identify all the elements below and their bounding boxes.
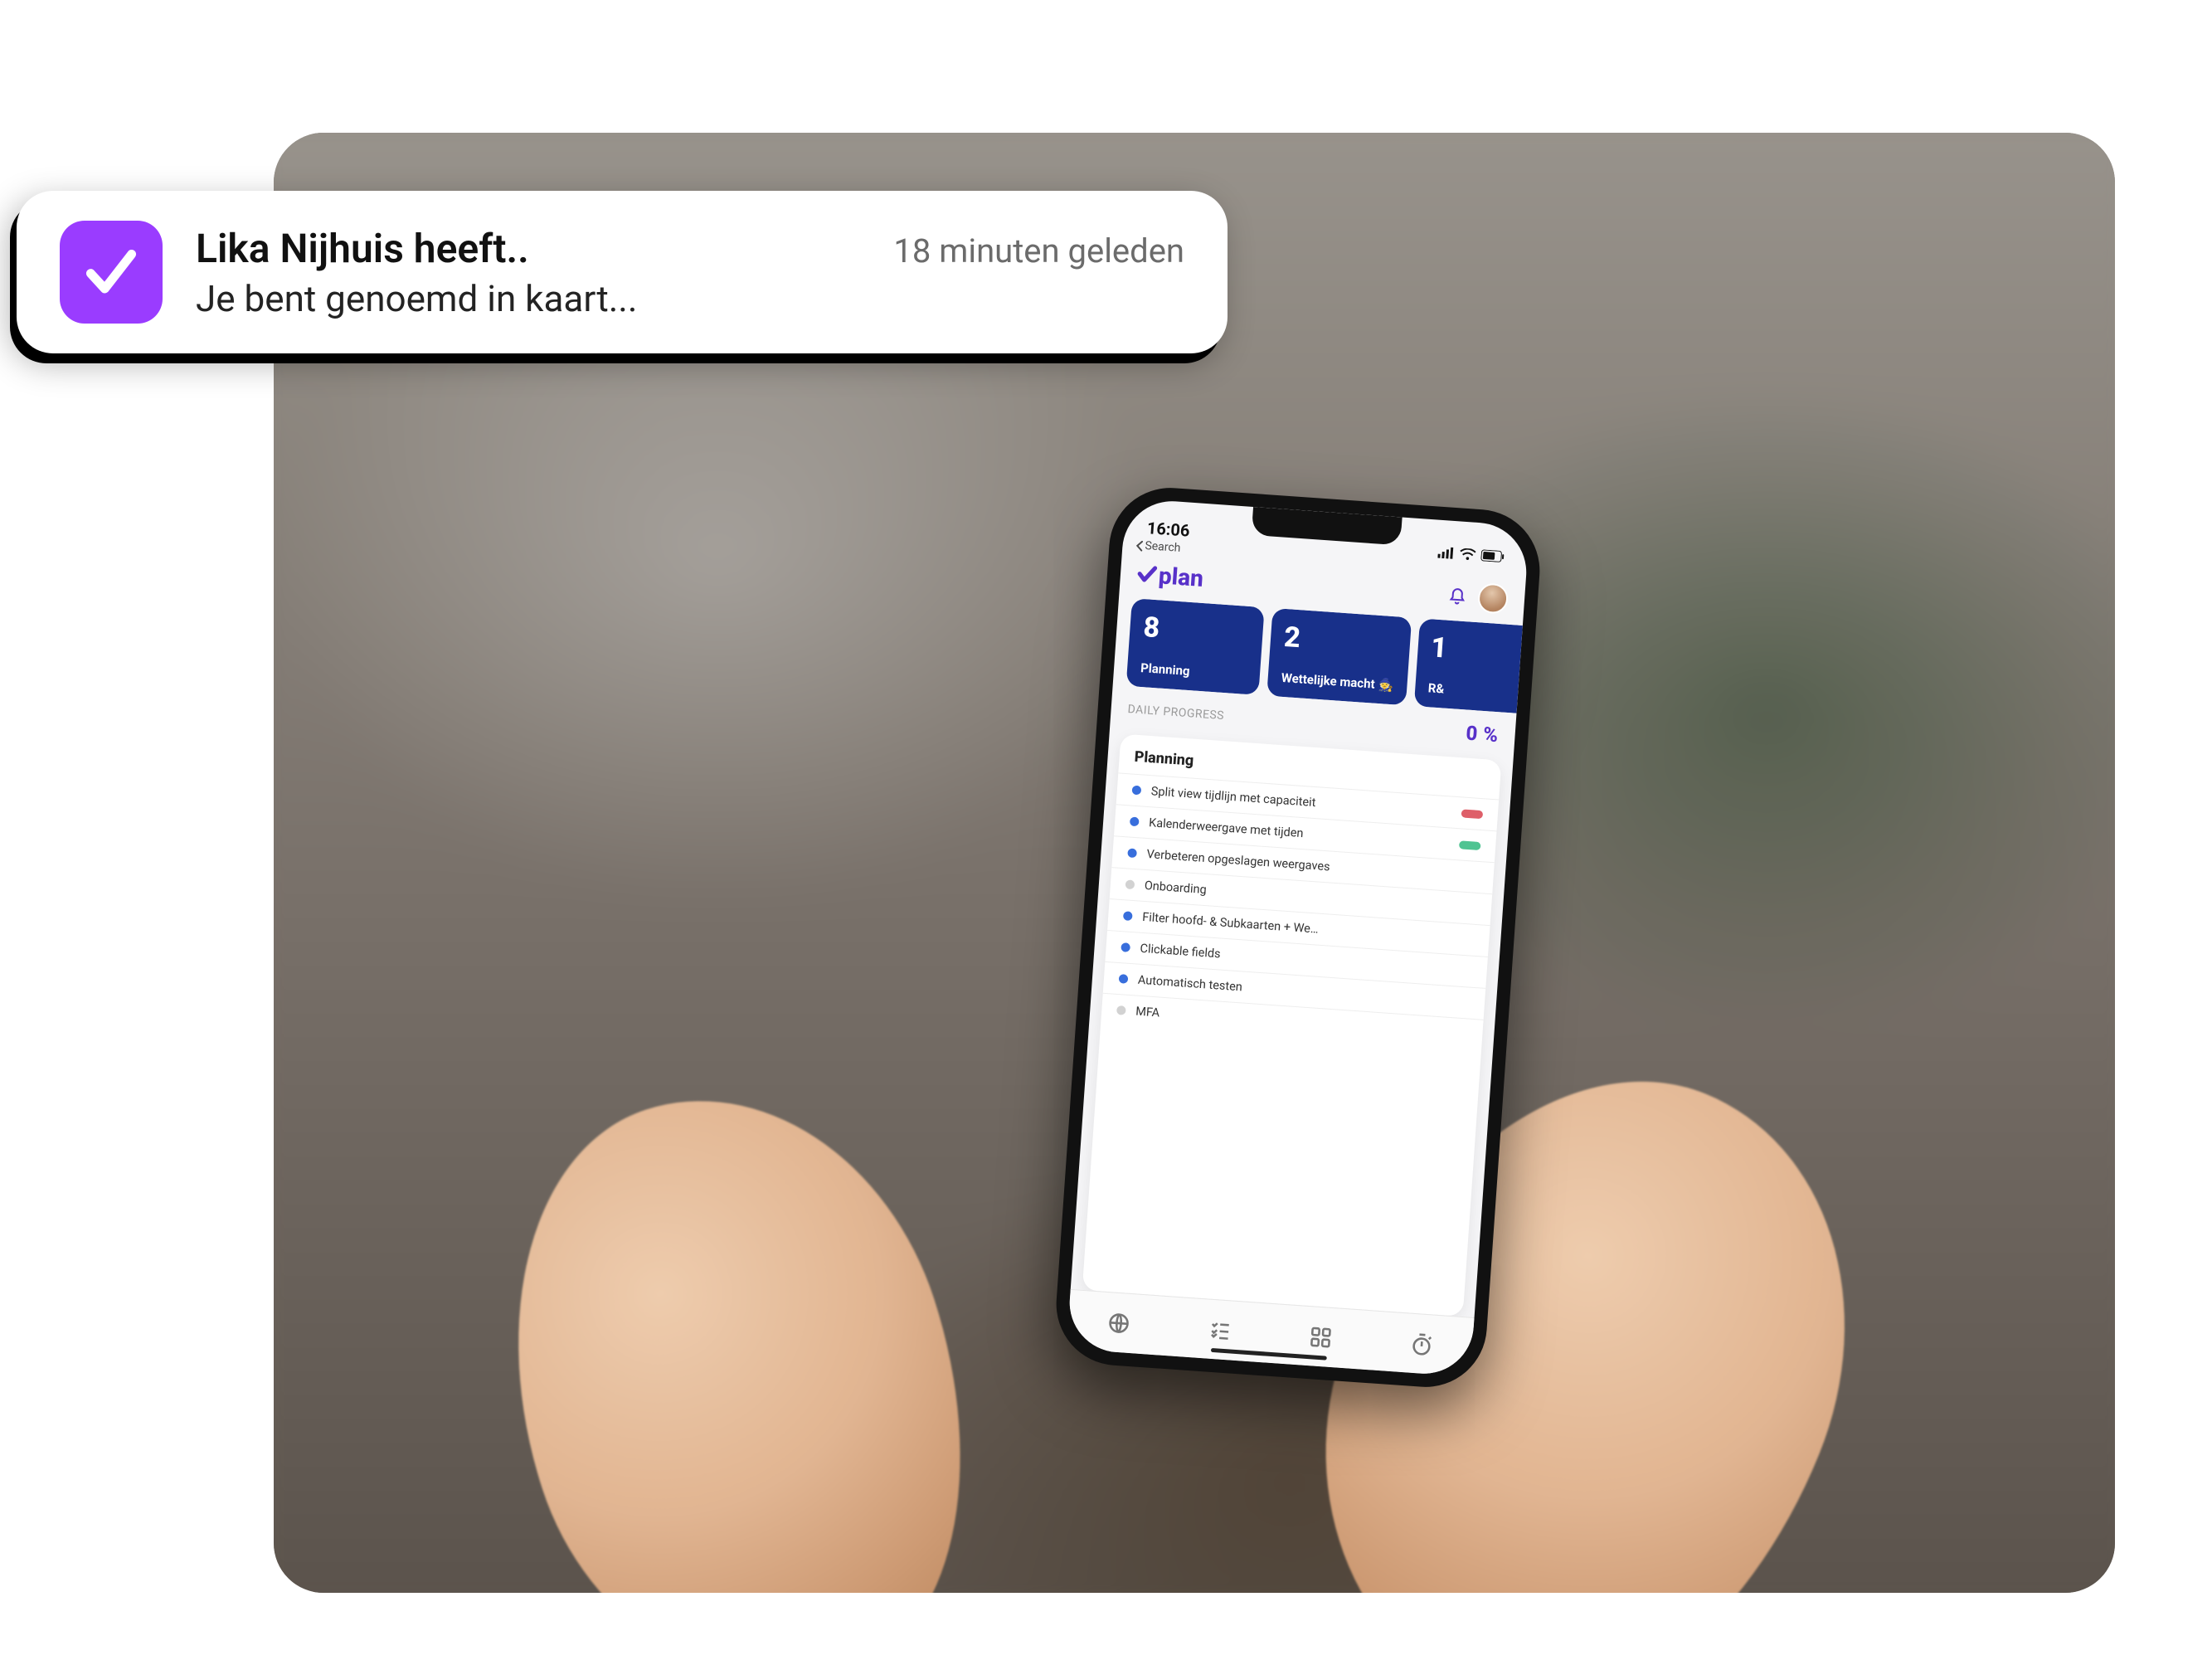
list-item-label: Kalenderweergave met tijden (1149, 815, 1304, 840)
list-item-label: Split view tijdlijn met capaciteit (1150, 784, 1316, 810)
globe-icon[interactable] (1106, 1311, 1131, 1336)
phone-frame: 16:06 Search plan (1053, 484, 1544, 1391)
checklist-icon[interactable] (1208, 1317, 1232, 1342)
progress-percent: 0 % (1466, 722, 1500, 747)
brand-text: plan (1158, 562, 1204, 592)
bell-icon[interactable] (1447, 587, 1466, 606)
notification-subtitle: Je bent genoemd in kaart... (196, 277, 1184, 320)
planning-card: Planning Split view tijdlijn met capacit… (1082, 734, 1502, 1317)
status-time: 16:06 (1146, 518, 1190, 541)
back-label: Search (1145, 539, 1181, 555)
tile-label: Planning (1140, 660, 1247, 683)
tile-label: R& (1427, 680, 1523, 703)
tile-rd[interactable]: 1 R& (1413, 618, 1523, 713)
list-item-label: Onboarding (1144, 879, 1207, 897)
status-pill-green (1459, 840, 1481, 850)
grid-icon[interactable] (1309, 1325, 1334, 1350)
check-icon (1136, 563, 1158, 585)
chevron-left-icon (1135, 540, 1144, 552)
list-item-label: Clickable fields (1140, 942, 1221, 961)
phone-screen: 16:06 Search plan (1067, 498, 1530, 1377)
list-item-label: MFA (1135, 1005, 1160, 1020)
notification-title: Lika Nijhuis heeft.. (196, 225, 529, 272)
notification-body: Lika Nijhuis heeft.. 18 minuten geleden … (196, 225, 1184, 320)
tile-label: Wettelijke macht 🧙 (1281, 670, 1393, 693)
tile-number: 1 (1430, 630, 1523, 671)
signal-icon (1437, 547, 1455, 559)
check-icon (80, 241, 142, 303)
app-icon (60, 221, 163, 324)
vplan-logo[interactable]: plan (1136, 560, 1204, 592)
list-item-label: Filter hoofd- & Subkaarten + We… (1142, 910, 1320, 937)
tile-planning[interactable]: 8 Planning (1126, 598, 1265, 695)
stopwatch-icon[interactable] (1409, 1331, 1434, 1356)
wifi-icon (1459, 548, 1476, 560)
notification-time: 18 minuten geleden (893, 231, 1184, 270)
list-item-label: Automatisch testen (1137, 973, 1242, 995)
tile-wettelijke-macht[interactable]: 2 Wettelijke macht 🧙 (1266, 608, 1412, 705)
list-item-label: Verbeteren opgeslagen weergaves (1146, 847, 1330, 874)
status-pill-red (1461, 809, 1484, 819)
progress-label: DAILY PROGRESS (1127, 703, 1224, 723)
push-notification[interactable]: Lika Nijhuis heeft.. 18 minuten geleden … (17, 191, 1228, 353)
battery-icon (1480, 549, 1505, 562)
tile-number: 2 (1283, 621, 1398, 661)
tile-number: 8 (1142, 611, 1250, 651)
avatar[interactable] (1477, 582, 1509, 614)
